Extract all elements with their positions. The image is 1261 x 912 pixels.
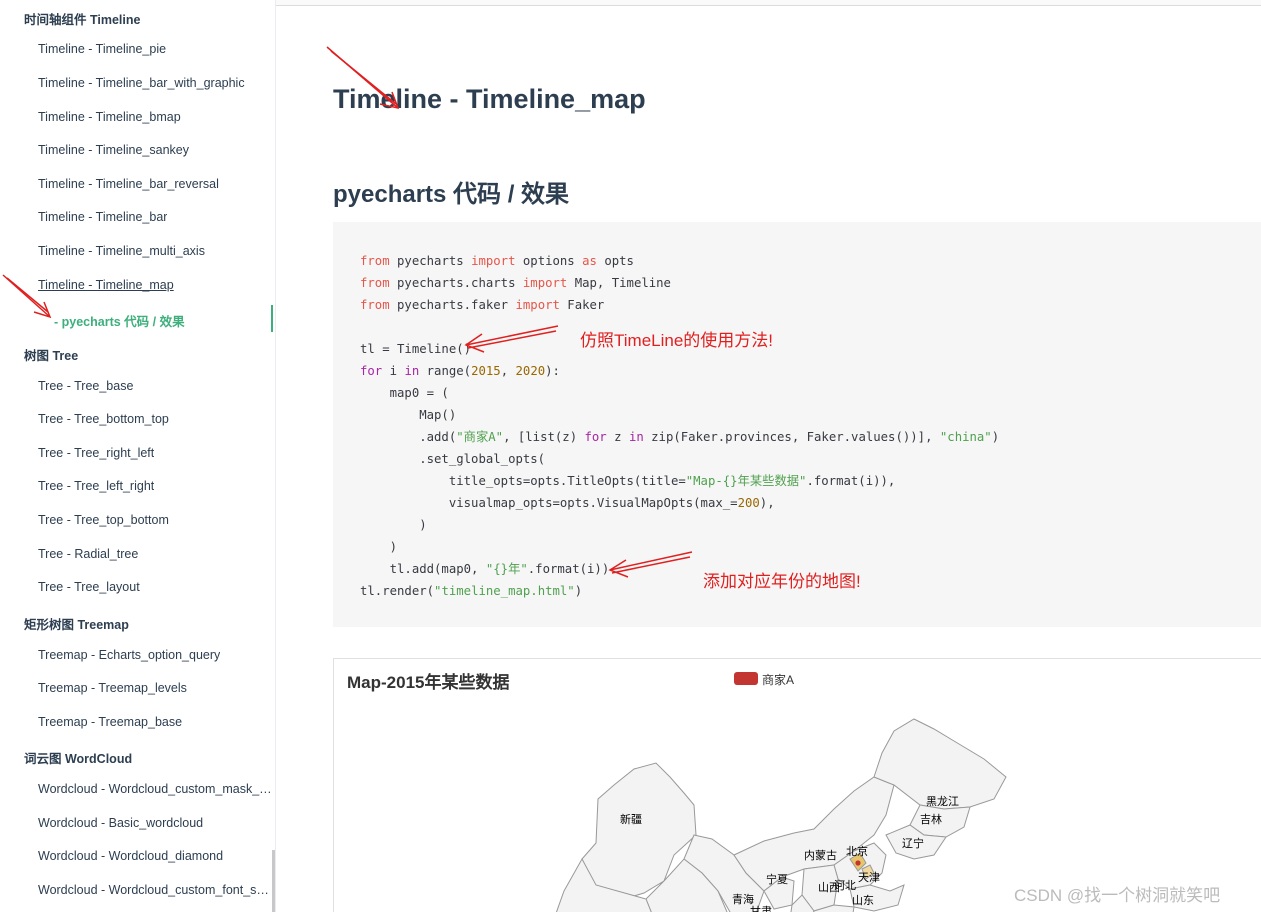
- map-chart: Map-2015年某些数据 商家A 新疆 黑龙江 吉林 辽宁 内蒙古 北京 天津…: [333, 658, 1261, 912]
- sidebar-item-timeline-bmap[interactable]: Timeline - Timeline_bmap: [38, 110, 181, 124]
- label-beijing: 北京: [846, 844, 868, 858]
- label-jilin: 吉林: [920, 812, 942, 826]
- active-indicator: [271, 305, 273, 332]
- label-ningxia: 宁夏: [766, 872, 788, 886]
- main-content: Timeline - Timeline_map pyecharts 代码 / 效…: [276, 6, 1261, 912]
- label-shandong: 山东: [852, 894, 874, 907]
- china-map: 新疆 黑龙江 吉林 辽宁 内蒙古 北京 天津 宁夏 河北 山西 山东 青海 甘肃: [555, 718, 1007, 912]
- label-neimenggu: 内蒙古: [804, 848, 837, 862]
- csdn-watermark: CSDN @找一个树洞就笑吧: [1014, 886, 1221, 905]
- sidebar-item-tree-base[interactable]: Tree - Tree_base: [38, 379, 133, 393]
- sidebar-subitem-pyecharts-code-active[interactable]: - pyecharts 代码 / 效果: [54, 311, 185, 330]
- sidebar-scrollbar[interactable]: [272, 850, 275, 912]
- sidebar-item-timeline-map[interactable]: Timeline - Timeline_map: [38, 278, 174, 292]
- sidebar-item-tree-bottom-top[interactable]: Tree - Tree_bottom_top: [38, 412, 169, 426]
- annotation-add-map: 添加对应年份的地图!: [703, 572, 861, 591]
- label-xinjiang: 新疆: [620, 812, 642, 826]
- sidebar-item-tree-left-right[interactable]: Tree - Tree_left_right: [38, 479, 154, 493]
- sidebar-heading-timeline[interactable]: 时间轴组件 Timeline: [24, 9, 140, 28]
- sidebar-item-timeline-multi-axis[interactable]: Timeline - Timeline_multi_axis: [38, 244, 205, 258]
- sidebar-item-radial-tree[interactable]: Tree - Radial_tree: [38, 547, 138, 561]
- sidebar-item-timeline-sankey[interactable]: Timeline - Timeline_sankey: [38, 143, 189, 157]
- sidebar-item-tree-layout[interactable]: Tree - Tree_layout: [38, 580, 140, 594]
- sidebar-item-timeline-bar[interactable]: Timeline - Timeline_bar: [38, 210, 167, 224]
- label-heilongjiang: 黑龙江: [926, 795, 959, 808]
- label-qinghai: 青海: [732, 892, 754, 906]
- sidebar-item-timeline-bar-reversal[interactable]: Timeline - Timeline_bar_reversal: [38, 177, 219, 191]
- sidebar: 时间轴组件 Timeline Timeline - Timeline_pie T…: [0, 0, 276, 912]
- sidebar-item-wordcloud-basic[interactable]: Wordcloud - Basic_wordcloud: [38, 816, 203, 830]
- label-gansu: 甘肃: [750, 905, 772, 912]
- label-shanxi: 山西: [818, 881, 840, 894]
- label-tianjin: 天津: [858, 871, 880, 884]
- sidebar-item-timeline-bar-with-graphic[interactable]: Timeline - Timeline_bar_with_graphic: [38, 76, 245, 90]
- code-text: from pyecharts import options as opts fr…: [360, 254, 1000, 598]
- sidebar-item-tree-right-left[interactable]: Tree - Tree_right_left: [38, 446, 154, 460]
- sidebar-item-wordcloud-diamond[interactable]: Wordcloud - Wordcloud_diamond: [38, 849, 223, 863]
- sidebar-heading-treemap[interactable]: 矩形树图 Treemap: [24, 614, 129, 633]
- sidebar-heading-tree[interactable]: 树图 Tree: [24, 345, 78, 364]
- annotation-timeline-usage: 仿照TimeLine的使用方法!: [580, 331, 774, 350]
- beijing-marker: [855, 860, 861, 866]
- sidebar-item-wordcloud-custom-font[interactable]: Wordcloud - Wordcloud_custom_font_style: [38, 883, 272, 897]
- label-liaoning: 辽宁: [902, 836, 924, 850]
- sidebar-item-treemap-echarts-option-query[interactable]: Treemap - Echarts_option_query: [38, 648, 220, 662]
- section-heading: pyecharts 代码 / 效果: [333, 181, 570, 208]
- sidebar-item-tree-top-bottom[interactable]: Tree - Tree_top_bottom: [38, 513, 169, 527]
- sidebar-item-wordcloud-custom-mask[interactable]: Wordcloud - Wordcloud_custom_mask_image: [38, 782, 272, 796]
- sidebar-item-treemap-base[interactable]: Treemap - Treemap_base: [38, 715, 182, 729]
- sidebar-item-treemap-levels[interactable]: Treemap - Treemap_levels: [38, 681, 187, 695]
- sidebar-item-timeline-pie[interactable]: Timeline - Timeline_pie: [38, 42, 166, 56]
- sidebar-heading-wordcloud[interactable]: 词云图 WordCloud: [24, 748, 132, 767]
- page-title: Timeline - Timeline_map: [333, 84, 646, 114]
